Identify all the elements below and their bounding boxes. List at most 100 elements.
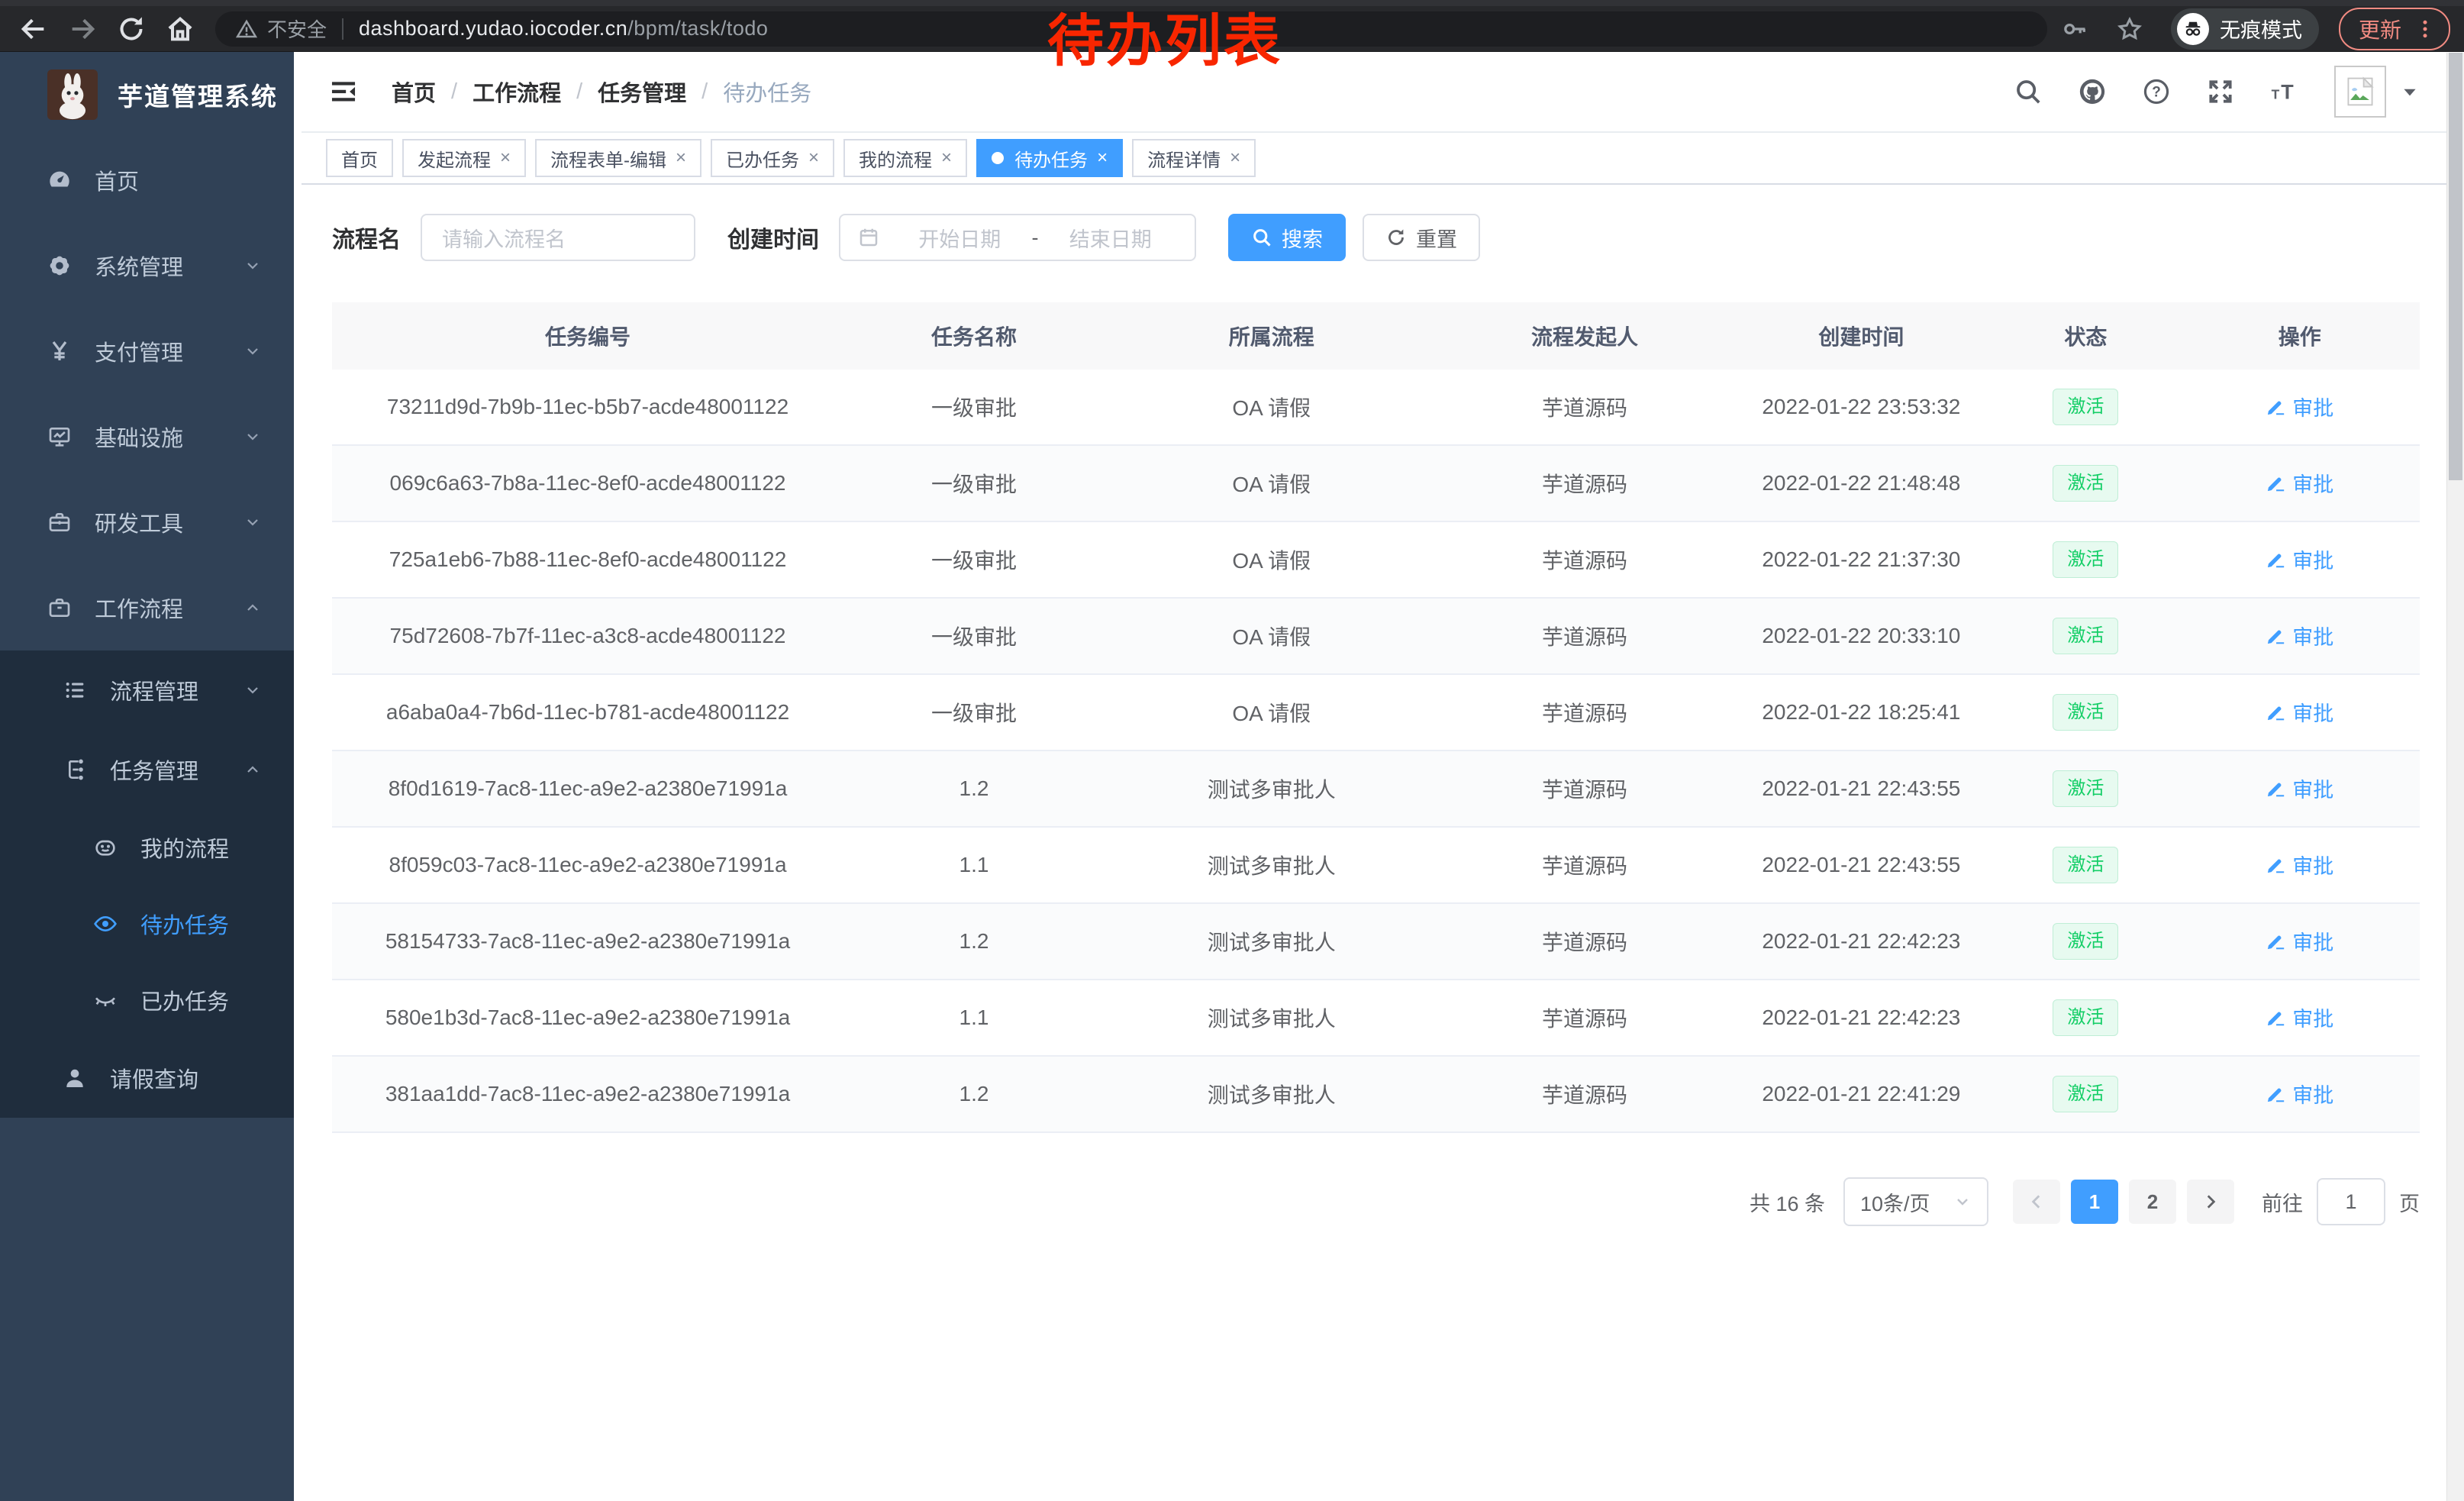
breadcrumb-task-mgmt[interactable]: 任务管理: [598, 76, 686, 108]
security-label[interactable]: 不安全: [267, 15, 327, 43]
avatar[interactable]: [2334, 66, 2386, 118]
tab-close-icon[interactable]: ×: [941, 149, 952, 167]
avatar-caret-icon[interactable]: [2400, 82, 2420, 102]
approve-link[interactable]: 审批: [2266, 621, 2333, 650]
tab-6[interactable]: 流程详情×: [1132, 139, 1256, 177]
page-scrollbar[interactable]: [2446, 53, 2464, 1501]
sidebar-item-workflow[interactable]: 工作流程: [0, 565, 294, 650]
cell-process: 测试多审批人: [1105, 980, 1439, 1056]
cell-task-id: 73211d9d-7b9b-11ec-b5b7-acde48001122: [332, 370, 843, 445]
table-row: 8f0d1619-7ac8-11ec-a9e2-a2380e71991a1.2测…: [332, 750, 2420, 827]
sidebar-item-task-mgmt[interactable]: 任务管理: [0, 730, 294, 809]
back-icon[interactable]: [18, 14, 49, 44]
approve-link[interactable]: 审批: [2266, 1002, 2333, 1032]
update-button[interactable]: 更新: [2339, 8, 2450, 50]
tab-close-icon[interactable]: ×: [1097, 149, 1108, 167]
font-size-icon[interactable]: TT: [2270, 77, 2299, 106]
page-size-select[interactable]: 10条/页: [1843, 1177, 1988, 1226]
cell-created: 2022-01-22 20:33:10: [1730, 598, 1992, 674]
search-button[interactable]: 搜索: [1228, 214, 1346, 261]
approve-link[interactable]: 审批: [2266, 1079, 2333, 1109]
page-button-1[interactable]: 1: [2071, 1180, 2118, 1224]
page-header: 首页 / 工作流程 / 任务管理 / 待办任务 ? TT: [302, 52, 2447, 131]
sidebar-item-label: 支付管理: [95, 335, 183, 367]
page-unit-label: 页: [2399, 1187, 2420, 1217]
prev-page-button[interactable]: [2013, 1180, 2060, 1224]
approve-link[interactable]: 审批: [2266, 392, 2333, 421]
tab-0[interactable]: 首页: [326, 139, 393, 177]
sidebar-item-leave-query[interactable]: 请假查询: [0, 1038, 294, 1118]
cell-task-name: 1.2: [843, 1056, 1105, 1132]
tab-close-icon[interactable]: ×: [676, 149, 686, 167]
next-page-button[interactable]: [2187, 1180, 2234, 1224]
approve-link[interactable]: 审批: [2266, 697, 2333, 727]
tab-label: 发起流程: [418, 145, 491, 172]
breadcrumb-current: 待办任务: [723, 76, 811, 108]
help-icon[interactable]: ?: [2142, 77, 2171, 106]
sidebar-item-label: 首页: [95, 164, 139, 196]
sidebar-menu: 首页系统管理支付管理基础设施研发工具工作流程流程管理任务管理我的流程待办任务已办…: [0, 137, 294, 1118]
cell-task-name: 一级审批: [843, 521, 1105, 598]
sidebar-item-system-mgmt[interactable]: 系统管理: [0, 223, 294, 308]
sidebar-item-done-task[interactable]: 已办任务: [0, 962, 294, 1038]
tab-5[interactable]: 待办任务×: [976, 139, 1123, 177]
tab-close-icon[interactable]: ×: [1230, 149, 1240, 167]
goto-label: 前往: [2262, 1187, 2303, 1217]
home-icon[interactable]: [165, 14, 195, 44]
sidebar-item-payment-mgmt[interactable]: 支付管理: [0, 308, 294, 394]
sidebar-item-label: 系统管理: [95, 250, 183, 282]
cell-created: 2022-01-21 22:42:23: [1730, 980, 1992, 1056]
cell-starter: 芋道源码: [1439, 370, 1731, 445]
approve-link[interactable]: 审批: [2266, 850, 2333, 880]
sidebar-item-infrastructure[interactable]: 基础设施: [0, 394, 294, 479]
active-dot: [992, 152, 1004, 164]
scrollbar-thumb[interactable]: [2449, 53, 2462, 480]
cell-task-name: 一级审批: [843, 674, 1105, 750]
url-path: /bpm/task/todo: [627, 17, 768, 40]
search-icon[interactable]: [2014, 77, 2043, 106]
reset-button[interactable]: 重置: [1363, 214, 1480, 261]
approve-link[interactable]: 审批: [2266, 544, 2333, 574]
cell-created: 2022-01-21 22:42:23: [1730, 903, 1992, 980]
page-button-2[interactable]: 2: [2129, 1180, 2176, 1224]
cell-task-name: 1.1: [843, 827, 1105, 903]
sidebar-fold-icon[interactable]: [329, 77, 358, 106]
tab-close-icon[interactable]: ×: [808, 149, 819, 167]
cell-starter: 芋道源码: [1439, 598, 1731, 674]
bookmark-star-icon[interactable]: [2116, 15, 2143, 43]
toolbox-icon: [47, 510, 72, 534]
password-key-icon[interactable]: [2061, 15, 2088, 43]
sidebar: 芋道管理系统 首页系统管理支付管理基础设施研发工具工作流程流程管理任务管理我的流…: [0, 52, 294, 1501]
goto-page-input[interactable]: 1: [2317, 1178, 2385, 1225]
tab-3[interactable]: 已办任务×: [711, 139, 834, 177]
column-header: 流程发起人: [1439, 302, 1731, 370]
sidebar-item-process-mgmt[interactable]: 流程管理: [0, 650, 294, 730]
approve-link[interactable]: 审批: [2266, 773, 2333, 803]
github-icon[interactable]: [2078, 77, 2107, 106]
approve-link[interactable]: 审批: [2266, 926, 2333, 956]
date-range-input[interactable]: 开始日期 - 结束日期: [839, 214, 1196, 261]
refresh-icon: [1385, 227, 1407, 248]
eye-closed-icon: [93, 988, 118, 1012]
todo-task-table: 任务编号任务名称所属流程流程发起人创建时间状态操作 73211d9d-7b9b-…: [332, 302, 2420, 1133]
sidebar-item-my-process[interactable]: 我的流程: [0, 809, 294, 886]
approve-link[interactable]: 审批: [2266, 468, 2333, 498]
reload-icon[interactable]: [116, 14, 147, 44]
browser-menu-dots-icon[interactable]: [2414, 18, 2437, 40]
sidebar-item-label: 我的流程: [140, 831, 229, 863]
fullscreen-icon[interactable]: [2206, 77, 2235, 106]
sidebar-item-home[interactable]: 首页: [0, 137, 294, 223]
cell-created: 2022-01-22 21:48:48: [1730, 445, 1992, 521]
start-date-placeholder: 开始日期: [892, 223, 1027, 253]
breadcrumb-workflow[interactable]: 工作流程: [472, 76, 561, 108]
process-name-input[interactable]: 请输入流程名: [421, 214, 695, 261]
forward-icon[interactable]: [67, 14, 98, 44]
sidebar-item-todo-task[interactable]: 待办任务: [0, 886, 294, 962]
tab-1[interactable]: 发起流程 ×: [402, 139, 526, 177]
breadcrumb-home[interactable]: 首页: [392, 76, 436, 108]
app-logo[interactable]: 芋道管理系统: [0, 52, 294, 137]
tab-4[interactable]: 我的流程×: [843, 139, 967, 177]
tab-2[interactable]: 流程表单-编辑×: [535, 139, 701, 177]
sidebar-item-dev-tools[interactable]: 研发工具: [0, 479, 294, 565]
tab-close-icon[interactable]: ×: [500, 149, 511, 167]
